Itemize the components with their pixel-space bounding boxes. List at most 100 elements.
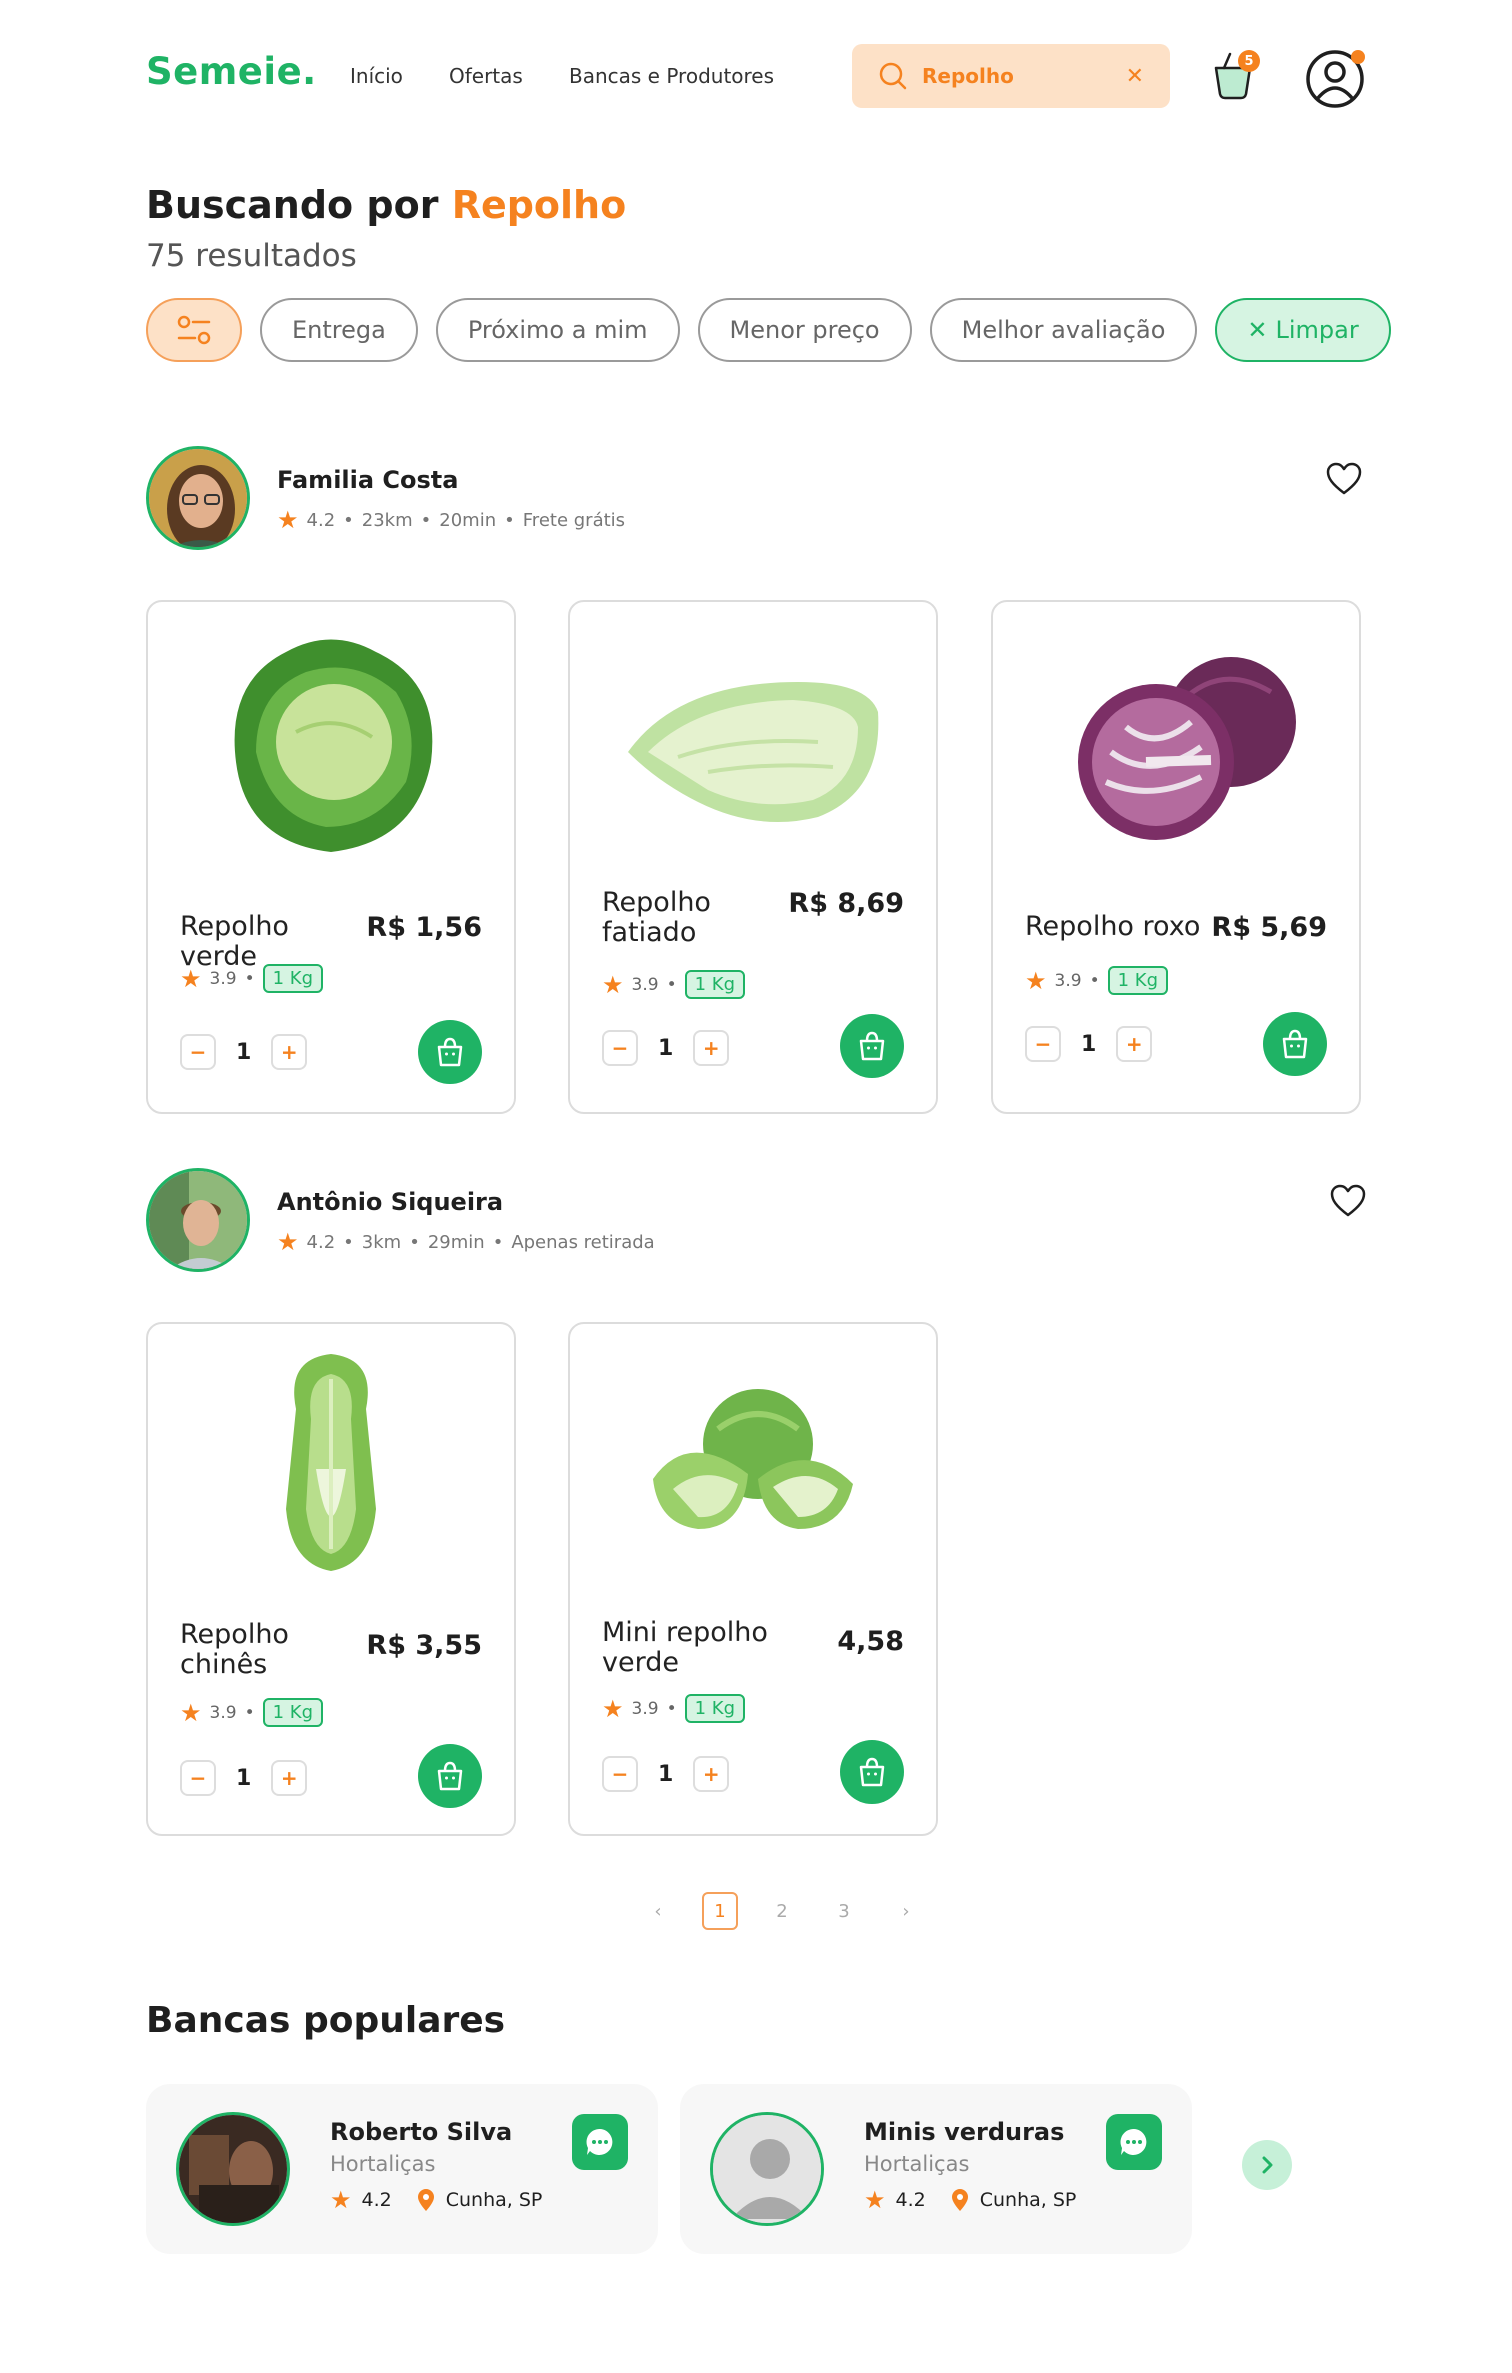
add-to-bag-button[interactable] [418,1020,482,1084]
popular-title: Bancas populares [146,2000,506,2041]
quantity-value: 1 [658,1035,674,1061]
product-card[interactable]: Mini repolho verde 4,58 ★ 3.9 • 1 Kg −1 + [568,1322,938,1836]
search-title: Buscando por Repolho [146,183,626,227]
product-name: Repolho chinês [180,1619,289,1680]
increase-button[interactable]: + [693,1756,730,1792]
product-card[interactable]: Repolho chinês R$ 3,55 ★ 3.9 • 1 Kg −1 + [146,1322,516,1836]
logo[interactable]: Semeie. [146,50,317,93]
popular-store-category: Hortaliças [864,2152,970,2176]
carousel-next-button[interactable] [1242,2140,1292,2190]
product-name: Repolho roxo [1025,911,1201,942]
page-3[interactable]: 3 [826,1892,862,1930]
add-to-bag-button[interactable] [418,1744,482,1808]
bag-icon [1282,1029,1308,1059]
product-rating: 3.9 [631,974,659,995]
popular-store-card[interactable]: Roberto Silva Hortaliças ★ 4.2 Cunha, SP [146,2084,658,2254]
clear-filters-button[interactable]: ✕ Limpar [1215,298,1391,362]
filter-icon [177,315,211,345]
bag-icon [859,1757,885,1787]
store-delivery: Apenas retirada [511,1231,655,1253]
chevron-left-icon[interactable]: ‹ [640,1892,676,1930]
popular-store-meta: ★ 4.2 Cunha, SP [330,2186,542,2214]
product-image [993,622,1359,862]
store-rating: 4.2 [306,1231,336,1253]
nav-ofertas[interactable]: Ofertas [449,64,523,88]
bag-icon [437,1037,463,1067]
unit-badge: 1 Kg [1107,966,1168,995]
quantity-stepper: −1 + [180,1034,308,1070]
search-input[interactable]: Repolho [922,64,1112,88]
popular-store-location: Cunha, SP [445,2189,543,2211]
product-card[interactable]: Repolho fatiado R$ 8,69 ★ 3.9 • 1 Kg −1 + [568,600,938,1114]
page-2[interactable]: 2 [764,1892,800,1930]
search-icon [879,62,907,90]
product-name: Repolho verde [180,911,289,972]
decrease-button[interactable]: − [602,1030,638,1066]
chip-entrega[interactable]: Entrega [260,298,418,362]
chip-menor-preco[interactable]: Menor preço [697,298,912,362]
product-rating-row: ★ 3.9 • 1 Kg [602,1694,745,1723]
add-to-bag-button[interactable] [1263,1012,1327,1076]
heart-icon[interactable] [1330,1184,1366,1218]
chat-button[interactable] [572,2114,628,2170]
location-icon [951,2189,968,2211]
product-price: R$ 1,56 [366,912,482,943]
quantity-stepper: −1 + [602,1756,730,1792]
product-price: R$ 8,69 [788,888,904,919]
cart-button[interactable]: 5 [1208,46,1260,102]
popular-store-location: Cunha, SP [979,2189,1077,2211]
search-bar[interactable]: Repolho ✕ [852,44,1170,108]
nav-bancas-produtores[interactable]: Bancas e Produtores [569,64,774,88]
product-name: Mini repolho verde [602,1617,768,1678]
increase-button[interactable]: + [271,1760,308,1796]
add-to-bag-button[interactable] [840,1014,904,1078]
add-to-bag-button[interactable] [840,1740,904,1804]
unit-badge: 1 Kg [262,1698,323,1727]
product-price: R$ 5,69 [1211,912,1327,943]
popular-store-category: Hortaliças [330,2152,436,2176]
increase-button[interactable]: + [1116,1026,1153,1062]
location-icon [417,2189,434,2211]
quantity-value: 1 [1081,1031,1097,1057]
heart-icon[interactable] [1326,462,1362,496]
chevron-right-icon[interactable]: › [888,1892,924,1930]
cart-count-badge: 5 [1238,50,1260,72]
filter-button[interactable] [146,298,242,362]
results-count: 75 resultados [146,238,357,274]
decrease-button[interactable]: − [1025,1026,1061,1062]
star-icon: ★ [330,2186,352,2214]
quantity-stepper: −1 + [180,1760,308,1796]
star-icon: ★ [864,2186,886,2214]
avatar[interactable] [146,446,250,550]
avatar[interactable] [146,1168,250,1272]
increase-button[interactable]: + [271,1034,308,1070]
chip-melhor-avaliacao[interactable]: Melhor avaliação [929,298,1198,362]
popular-store-card[interactable]: Minis verduras Hortaliças ★ 4.2 Cunha, SP [680,2084,1192,2254]
nav-inicio[interactable]: Início [350,64,403,88]
close-icon: ✕ [1247,316,1268,344]
quantity-value: 1 [658,1761,674,1787]
store-name[interactable]: Familia Costa [277,466,458,494]
increase-button[interactable]: + [693,1030,730,1066]
decrease-button[interactable]: − [602,1756,638,1792]
star-icon: ★ [1025,966,1047,995]
chip-proximo[interactable]: Próximo a mim [435,298,680,362]
product-card[interactable]: Repolho verde R$ 1,56 ★ 3.9 • 1 Kg −1 + [146,600,516,1114]
store-distance: 3km [361,1231,402,1253]
avatar-photo [149,449,247,547]
product-rating-row: ★ 3.9 • 1 Kg [180,1698,323,1727]
user-profile-button[interactable] [1304,44,1370,110]
avatar [710,2112,824,2226]
decrease-button[interactable]: − [180,1034,216,1070]
popular-store-name: Minis verduras [864,2118,1065,2146]
avatar-photo [149,1171,247,1269]
page-1[interactable]: 1 [702,1892,738,1930]
search-title-prefix: Buscando por [146,183,439,227]
star-icon: ★ [277,506,299,534]
store-name[interactable]: Antônio Siqueira [277,1188,503,1216]
chat-button[interactable] [1106,2114,1162,2170]
product-card[interactable]: Repolho roxo R$ 5,69 ★ 3.9 • 1 Kg −1 + [991,600,1361,1114]
decrease-button[interactable]: − [180,1760,216,1796]
close-icon[interactable]: ✕ [1126,64,1144,89]
store-meta: ★ 4.2 • 23km • 20min • Frete grátis [277,506,626,534]
